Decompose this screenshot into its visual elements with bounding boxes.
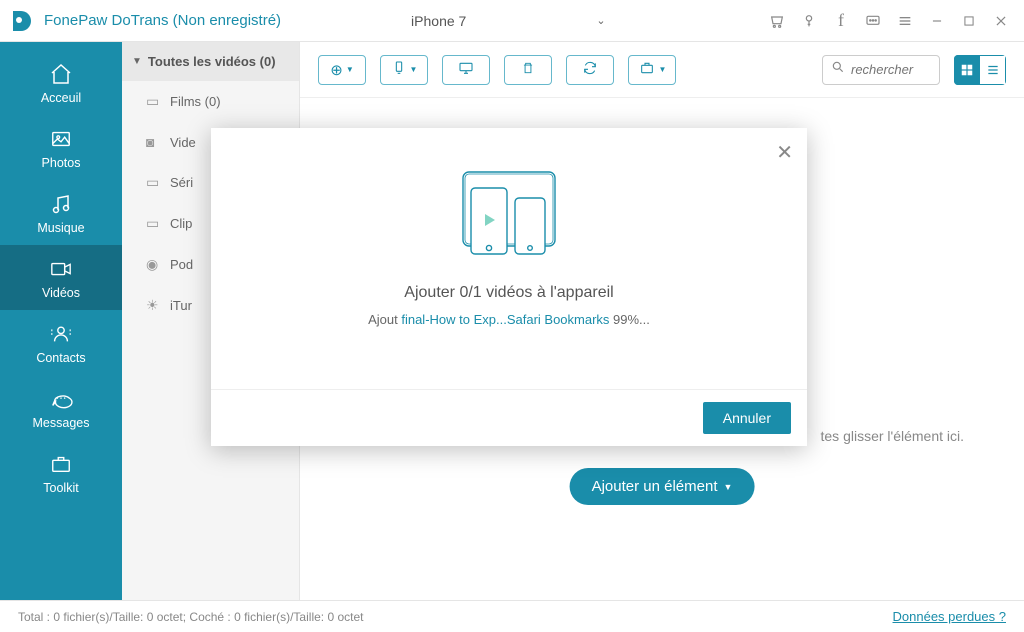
status-footer: Total : 0 fichier(s)/Taille: 0 octet; Co… [0,600,1024,632]
chevron-down-icon: ▼ [410,65,418,74]
to-device-icon [391,60,407,80]
sidebar-item-label: Contacts [36,351,85,365]
music-icon [47,192,75,216]
videos-icon [47,257,75,281]
contacts-icon [47,322,75,346]
sidebar-item-music[interactable]: Musique [0,180,122,245]
title-actions: f [768,12,1024,30]
sidebar: Acceuil Photos Musique Vidéos Contacts M… [0,42,122,600]
chevron-down-icon: ⌄ [596,14,605,27]
device-selector[interactable]: iPhone 7 ⌄ [401,13,606,29]
delete-button[interactable] [504,55,552,85]
sidebar-item-label: Acceuil [41,91,81,105]
modal-cancel-button[interactable]: Annuler [703,402,791,434]
status-text: Total : 0 fichier(s)/Taille: 0 octet; Co… [18,610,363,624]
sidebar-item-label: Photos [42,156,81,170]
view-grid-button[interactable] [954,55,980,85]
sidebar-item-videos[interactable]: Vidéos [0,245,122,310]
view-list-button[interactable] [980,55,1006,85]
tv-icon: ▭ [146,174,162,191]
category-header-label: Toutes les vidéos (0) [148,54,276,69]
triangle-down-icon: ▼ [132,56,142,67]
podcast-icon: ◉ [146,256,162,273]
sidebar-item-label: Musique [37,221,84,235]
sidebar-item-messages[interactable]: Messages [0,375,122,440]
modal-title: Ajouter 0/1 vidéos à l'appareil [211,284,807,302]
category-header[interactable]: ▼ Toutes les vidéos (0) [122,42,299,81]
refresh-button[interactable] [566,55,614,85]
chevron-down-icon: ▼ [346,65,354,74]
minimize-icon[interactable] [928,12,946,30]
add-element-label: Ajouter un élément [592,478,718,495]
device-name: iPhone 7 [411,13,466,29]
toolbar: ⊕▼ ▼ ▼ [300,42,1024,98]
film-icon: ▭ [146,93,162,110]
app-title: FonePaw DoTrans (Non enregistré) [42,12,281,29]
sidebar-item-label: Messages [33,416,90,430]
transfer-modal: ✕ Ajouter 0/1 vidéos à l'appareil Ajout … [211,128,807,446]
sidebar-item-toolkit[interactable]: Toolkit [0,440,122,505]
itunes-icon: ☀ [146,297,162,314]
export-pc-button[interactable] [442,55,490,85]
chevron-down-icon: ▼ [724,482,733,492]
cat-item-films[interactable]: ▭Films (0) [122,81,299,122]
modal-footer: Annuler [211,389,807,446]
feedback-icon[interactable] [864,12,882,30]
video-icon: ◙ [146,134,162,150]
facebook-icon[interactable]: f [832,12,850,30]
photos-icon [47,127,75,151]
trash-icon [521,60,535,80]
app-logo [0,0,42,42]
plus-icon: ⊕ [330,61,343,79]
chevron-down-icon: ▼ [659,65,667,74]
search-icon [831,60,845,79]
sidebar-item-label: Vidéos [42,286,80,300]
cart-icon[interactable] [768,12,786,30]
messages-icon [47,387,75,411]
export-device-button[interactable]: ▼ [380,55,428,85]
modal-file-name: final-How to Exp...Safari Bookmarks [401,312,609,327]
toolkit-icon [47,452,75,476]
toolbox-button[interactable]: ▼ [628,55,676,85]
add-button[interactable]: ⊕▼ [318,55,366,85]
refresh-icon [581,60,599,80]
briefcase-icon [638,60,656,80]
lost-data-link[interactable]: Données perdues ? [893,609,1006,624]
sidebar-item-home[interactable]: Acceuil [0,50,122,115]
home-icon [47,62,75,86]
search-box[interactable] [822,55,940,85]
close-icon[interactable] [992,12,1010,30]
sidebar-item-label: Toolkit [43,481,78,495]
sidebar-item-photos[interactable]: Photos [0,115,122,180]
key-icon[interactable] [800,12,818,30]
search-input[interactable] [851,62,931,77]
maximize-icon[interactable] [960,12,978,30]
view-toggle [954,55,1006,85]
add-element-button[interactable]: Ajouter un élément ▼ [570,468,755,505]
menu-icon[interactable] [896,12,914,30]
sidebar-item-contacts[interactable]: Contacts [0,310,122,375]
to-pc-icon [457,60,475,80]
modal-close-button[interactable]: ✕ [776,140,793,165]
modal-graphic [429,164,589,274]
modal-progress: Ajout final-How to Exp...Safari Bookmark… [211,312,807,327]
clip-icon: ▭ [146,215,162,232]
title-bar: FonePaw DoTrans (Non enregistré) iPhone … [0,0,1024,42]
drop-hint: tes glisser l'élément ici. [821,428,965,444]
